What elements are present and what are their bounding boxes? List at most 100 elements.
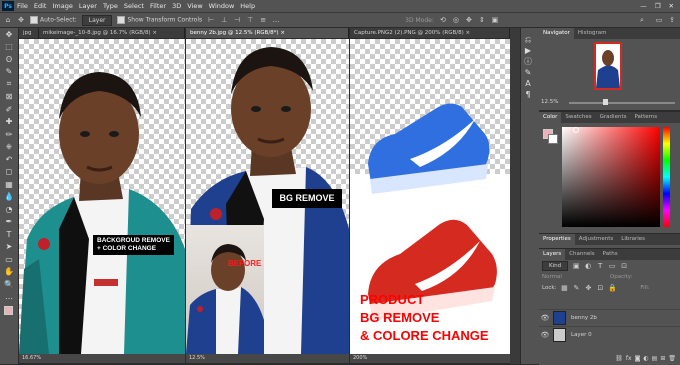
tab-color[interactable]: Color (539, 112, 562, 123)
lasso-icon[interactable]: ʘ (0, 53, 18, 66)
brush-icon[interactable]: ✏ (0, 128, 18, 141)
hue-slider[interactable] (663, 127, 670, 227)
move-tool-icon[interactable]: ✥ (17, 16, 25, 24)
menu-window[interactable]: Window (209, 2, 235, 10)
transform-controls-checkbox[interactable]: Show Transform Controls (117, 16, 202, 24)
align-center-icon[interactable]: ⊥ (220, 16, 228, 24)
distribute-icon[interactable]: ≡ (259, 16, 267, 24)
menu-edit[interactable]: Edit (34, 2, 47, 10)
menu-filter[interactable]: Filter (150, 2, 166, 10)
3d-roll-icon[interactable]: ◎ (452, 16, 460, 24)
tab-channels[interactable]: Channels (565, 249, 598, 260)
auto-select-checkbox[interactable]: Auto-Select: (30, 16, 77, 24)
heal-icon[interactable]: ✚ (0, 116, 18, 129)
layer-name[interactable]: benny 2b (571, 315, 597, 321)
hand-icon[interactable]: ✋ (0, 266, 18, 279)
tab-layers[interactable]: Layers (539, 249, 566, 260)
filter-pixel-icon[interactable]: ▣ (572, 262, 580, 270)
lock-transparency-icon[interactable]: ▦ (560, 284, 568, 292)
lock-all-icon[interactable]: 🔒 (608, 284, 617, 292)
paragraph-icon[interactable]: ¶ (521, 89, 535, 100)
character-icon[interactable]: A (521, 78, 535, 89)
menu-image[interactable]: Image (52, 2, 72, 10)
frame-icon[interactable]: ⊠ (0, 91, 18, 104)
background-color-swatch[interactable] (548, 134, 558, 144)
color-picker-cursor[interactable] (573, 127, 579, 133)
3d-scale-icon[interactable]: ▣ (491, 16, 499, 24)
lock-move-icon[interactable]: ✥ (584, 284, 592, 292)
minimize-button[interactable]: — (640, 2, 647, 10)
more-options-icon[interactable]: … (272, 16, 280, 24)
home-icon[interactable]: ⌂ (4, 16, 12, 24)
tab-gradients[interactable]: Gradients (596, 112, 631, 123)
lock-artboard-icon[interactable]: ⊡ (596, 284, 604, 292)
color-field[interactable] (562, 127, 660, 227)
auto-select-dropdown[interactable]: Layer (81, 14, 113, 26)
restore-button[interactable]: ❐ (655, 2, 661, 10)
dodge-icon[interactable]: ◔ (0, 203, 18, 216)
marquee-icon[interactable]: ⬚ (0, 41, 18, 54)
align-top-icon[interactable]: ⊤ (246, 16, 254, 24)
tab-properties[interactable]: Properties (539, 234, 575, 245)
doc-tab-1[interactable]: mikeimage-_10-8.jpg @ 16.7% (RGB/8) × (39, 28, 185, 38)
visibility-eye-icon[interactable]: 👁 (539, 331, 551, 339)
menu-file[interactable]: File (17, 2, 28, 10)
actions-icon[interactable]: ▶ (521, 45, 535, 56)
info-icon[interactable]: ⓘ (521, 56, 535, 67)
filter-shape-icon[interactable]: ▭ (608, 262, 616, 270)
navigator-zoom-slider[interactable] (569, 102, 675, 104)
doc-tab-3[interactable]: Capture.PNG2 (2).PNG @ 200% (RGB/8) × (350, 28, 510, 38)
lock-paint-icon[interactable]: ✎ (572, 284, 580, 292)
menu-help[interactable]: Help (240, 2, 255, 10)
layer-kind-filter[interactable]: Kind (542, 260, 569, 271)
type-icon[interactable]: T (0, 228, 18, 241)
zoom-icon[interactable]: 🔍 (0, 278, 18, 291)
tab-patterns[interactable]: Patterns (630, 112, 661, 123)
eyedropper-icon[interactable]: ✐ (0, 103, 18, 116)
tab-adjustments[interactable]: Adjustments (575, 234, 617, 245)
doc-tab-2[interactable]: benny 2b.jpg @ 12.5% (RGB/8*) × (186, 28, 349, 38)
eraser-icon[interactable]: ◻ (0, 166, 18, 179)
filter-adjust-icon[interactable]: ◐ (584, 262, 592, 270)
layer-row-layer0[interactable]: 👁 Layer 0 (539, 326, 680, 343)
pen-icon[interactable]: ✒ (0, 216, 18, 229)
navigator-slider-thumb[interactable] (603, 99, 608, 105)
tab-swatches[interactable]: Swatches (561, 112, 595, 123)
blend-mode-select[interactable]: Normal (542, 274, 562, 280)
history-brush-icon[interactable]: ↶ (0, 153, 18, 166)
canvas-doc-2[interactable]: BG REMOVE BEFORE (186, 39, 349, 354)
gradient-icon[interactable]: ▦ (0, 178, 18, 191)
doc-tab-0[interactable]: jpg (19, 28, 39, 38)
tab-histogram[interactable]: Histogram (574, 28, 611, 39)
filter-smart-icon[interactable]: ⊡ (620, 262, 628, 270)
align-right-icon[interactable]: ⊣ (233, 16, 241, 24)
menu-view[interactable]: View (187, 2, 202, 10)
crop-icon[interactable]: ⌗ (0, 78, 18, 91)
move-icon[interactable]: ✥ (0, 28, 18, 41)
menu-select[interactable]: Select (124, 2, 144, 10)
share-icon[interactable]: ⇪ (668, 16, 676, 24)
filter-type-icon[interactable]: T (596, 262, 604, 270)
navigator-thumbnail[interactable] (594, 42, 622, 90)
more-icon[interactable]: … (0, 291, 18, 304)
search-icon[interactable]: ⌕ (638, 16, 646, 24)
toolbar-foreground-color[interactable] (4, 306, 13, 315)
3d-rotate-icon[interactable]: ⟲ (439, 16, 447, 24)
navigator-zoom[interactable]: 12.5% (541, 99, 558, 105)
stamp-icon[interactable]: ⎈ (0, 141, 18, 154)
menu-type[interactable]: Type (103, 2, 118, 10)
workspace-icon[interactable]: ▭ (655, 16, 663, 24)
brush-settings-icon[interactable]: ✎ (521, 67, 535, 78)
history-icon[interactable]: ⎌ (521, 34, 535, 45)
path-select-icon[interactable]: ➤ (0, 241, 18, 254)
close-button[interactable]: ✕ (669, 2, 674, 10)
tab-paths[interactable]: Paths (599, 249, 622, 260)
canvas-doc-1[interactable]: BACKGROUD REMOVE + COLOR CHANGE (19, 39, 185, 354)
layer-row-benny[interactable]: 👁 benny 2b (539, 309, 680, 326)
blur-icon[interactable]: 💧 (0, 191, 18, 204)
align-left-icon[interactable]: ⊢ (207, 16, 215, 24)
layer-name[interactable]: Layer 0 (571, 332, 592, 338)
3d-slide-icon[interactable]: ⇕ (478, 16, 486, 24)
visibility-eye-icon[interactable]: 👁 (539, 314, 551, 322)
menu-3d[interactable]: 3D (172, 2, 181, 10)
